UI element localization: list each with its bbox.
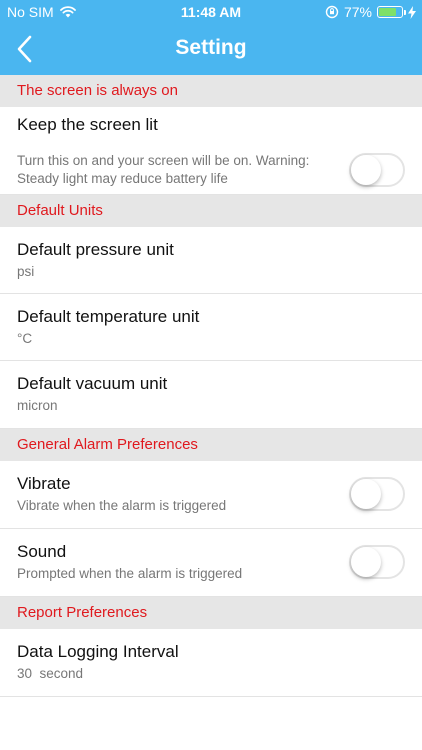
toggle-knob	[351, 547, 381, 577]
toggle-knob	[351, 479, 381, 509]
temperature-unit-value: °C	[17, 331, 33, 346]
keep-screen-lit-row: Keep the screen lit Turn this on and you…	[0, 107, 422, 195]
toggle-knob	[351, 155, 381, 185]
battery-cap	[404, 10, 406, 15]
logging-interval-title: Data Logging Interval	[17, 642, 179, 661]
keep-screen-lit-title: Keep the screen lit	[17, 115, 158, 134]
logging-interval-value: 30 second	[17, 666, 84, 681]
pressure-unit-title: Default pressure unit	[17, 240, 174, 259]
pressure-unit-value: psi	[17, 264, 35, 279]
vibrate-row: Vibrate Vibrate when the alarm is trigge…	[0, 461, 422, 529]
sound-subtitle: Prompted when the alarm is triggered	[17, 566, 243, 581]
pressure-unit-row[interactable]: Default pressure unit psi	[0, 227, 422, 294]
vacuum-unit-row[interactable]: Default vacuum unit micron	[0, 361, 422, 429]
battery-fill	[379, 8, 396, 16]
vibrate-toggle[interactable]	[349, 477, 405, 511]
page-title: Setting	[175, 36, 247, 59]
orientation-lock-icon	[325, 5, 339, 19]
temperature-unit-row[interactable]: Default temperature unit °C	[0, 294, 422, 361]
logging-interval-row[interactable]: Data Logging Interval 30 second	[0, 629, 422, 697]
battery-percent: 77%	[343, 4, 372, 20]
nav-bar: Setting	[0, 26, 422, 72]
section-header-units: Default Units	[0, 195, 422, 227]
vacuum-unit-title: Default vacuum unit	[17, 374, 168, 393]
keep-screen-lit-toggle[interactable]	[349, 153, 405, 187]
section-header-report: Report Preferences	[0, 597, 422, 629]
section-header-screen: The screen is always on	[0, 75, 422, 107]
vibrate-subtitle: Vibrate when the alarm is triggered	[17, 498, 227, 513]
keep-screen-lit-subtitle-1: Turn this on and your screen will be on.…	[17, 153, 310, 168]
section-header-alarm: General Alarm Preferences	[0, 429, 422, 461]
settings-list: The screen is always on Keep the screen …	[0, 75, 422, 697]
sound-toggle[interactable]	[349, 545, 405, 579]
status-right: 77%	[325, 4, 416, 20]
temperature-unit-title: Default temperature unit	[17, 307, 200, 326]
sound-row: Sound Prompted when the alarm is trigger…	[0, 529, 422, 597]
status-bar: No SIM 11:48 AM 77%	[0, 0, 422, 24]
battery-icon	[377, 6, 406, 18]
vibrate-title: Vibrate	[17, 474, 71, 493]
vacuum-unit-value: micron	[17, 398, 58, 413]
keep-screen-lit-subtitle-2: Steady light may reduce battery life	[17, 171, 228, 186]
charging-bolt-icon	[408, 5, 416, 19]
sound-title: Sound	[17, 542, 67, 561]
app-header: No SIM 11:48 AM 77% Setting	[0, 0, 422, 75]
